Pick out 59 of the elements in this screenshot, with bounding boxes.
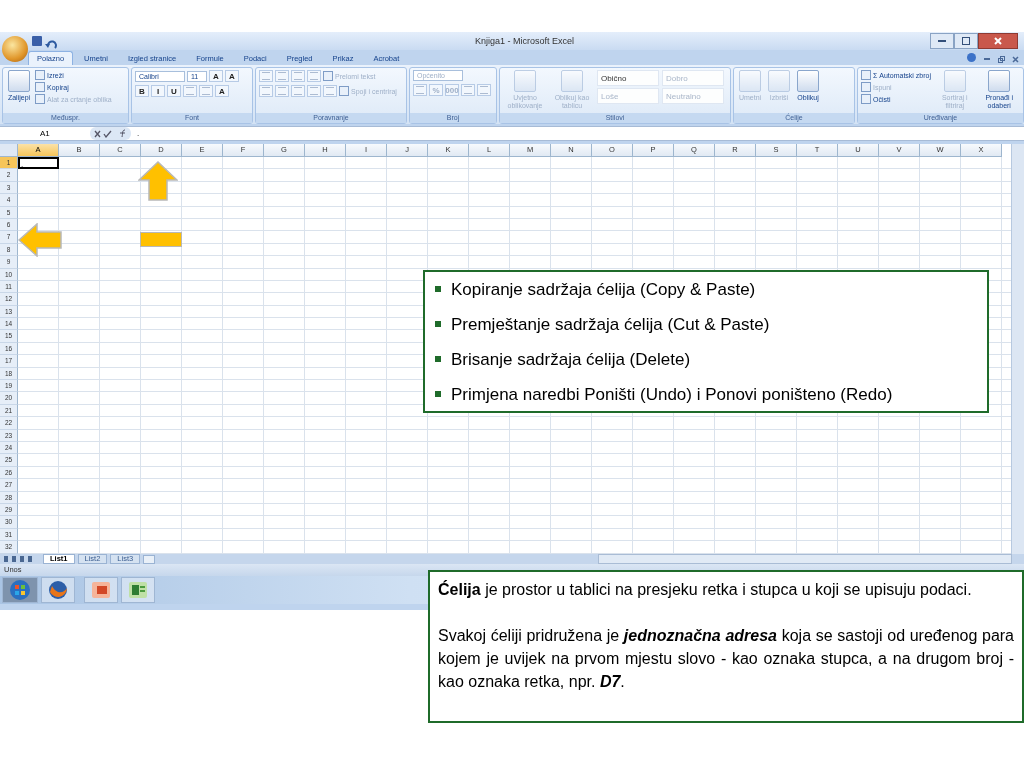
minimize-button[interactable]	[930, 33, 954, 49]
format-button[interactable]: A	[225, 70, 239, 82]
format-button[interactable]: A	[209, 70, 223, 82]
minimize-icon[interactable]	[984, 58, 990, 60]
slides-icon	[92, 582, 110, 598]
highlight-bar	[140, 232, 182, 247]
ribbon-icon	[988, 70, 1011, 92]
help-icon[interactable]	[967, 53, 976, 62]
note-paragraph: Svakoj ćeliji pridružena je jednoznačna adresa koja se sastoji od uređenog para kojem je uvijek na prvom mjestu slovo - kao oznaka stupca, a na drugom broj - kao oznaka retka, npr. D7.	[438, 626, 1014, 692]
up-arrow	[138, 161, 178, 201]
minimize-icon	[938, 39, 946, 43]
function-icon	[119, 129, 127, 138]
formula-buttons[interactable]	[90, 127, 131, 140]
horizontal-scrollbar[interactable]	[598, 554, 1012, 564]
maximize-icon	[962, 37, 970, 45]
bullet-marker	[435, 286, 441, 292]
cell-style[interactable]: Obično	[597, 70, 659, 86]
office-button[interactable]	[2, 36, 28, 62]
bullet-text: Brisanje sadržaja ćelija (Delete)	[451, 350, 691, 370]
close-button[interactable]	[978, 33, 1018, 49]
close-icon	[994, 37, 1002, 45]
note-paragraph: Ćelija je prostor u tablici na presjeku retka i stupca u koji se upisuju podaci.	[438, 579, 973, 600]
start-button[interactable]	[2, 577, 38, 603]
bullet-text: Premještanje sadržaja ćelija (Cut & Paste)	[451, 315, 770, 335]
ribbon-icon	[768, 70, 790, 92]
active-cell[interactable]: .	[18, 157, 59, 170]
spreadsheet-icon	[129, 582, 147, 598]
format-button[interactable]: I	[151, 85, 165, 97]
left-arrow	[18, 223, 62, 257]
ribbon-icon	[8, 70, 30, 92]
undo-icon[interactable]	[45, 40, 59, 50]
vertical-scrollbar[interactable]	[1011, 144, 1024, 554]
bullet-text: Kopiranje sadržaja ćelija (Copy & Paste)	[451, 280, 756, 300]
format-button[interactable]: A	[215, 85, 229, 97]
presentation-app-button[interactable]	[84, 577, 118, 603]
format-button[interactable]: U	[167, 85, 181, 97]
bullet-marker	[435, 321, 441, 327]
new-sheet-icon[interactable]	[143, 554, 156, 564]
restore-icon[interactable]	[998, 55, 1005, 63]
select-all-corner[interactable]	[0, 144, 18, 157]
close-icon[interactable]	[1012, 55, 1019, 63]
windows-logo-icon	[9, 579, 31, 601]
ribbon-icon	[797, 70, 819, 92]
globe-icon	[48, 580, 68, 600]
save-icon[interactable]	[32, 36, 42, 46]
spreadsheet-app-button[interactable]	[121, 577, 155, 603]
formula-field[interactable]: .	[131, 127, 1024, 140]
ribbon-icon	[514, 70, 536, 92]
bullet-marker	[435, 391, 441, 397]
bullet-marker	[435, 356, 441, 362]
name-box[interactable]: A1	[0, 127, 90, 140]
browser-button[interactable]	[41, 577, 75, 603]
window-title: Knjiga1 - Microsoft Excel	[473, 36, 575, 46]
format-button[interactable]: B	[135, 85, 149, 97]
maximize-button[interactable]	[954, 33, 978, 49]
ribbon-icon	[943, 70, 966, 92]
ribbon-icon	[561, 70, 583, 92]
bullet-text: Primjena naredbi Poništi (Undo) i Ponovi poništeno (Redo)	[451, 385, 893, 405]
ribbon-icon	[739, 70, 761, 92]
